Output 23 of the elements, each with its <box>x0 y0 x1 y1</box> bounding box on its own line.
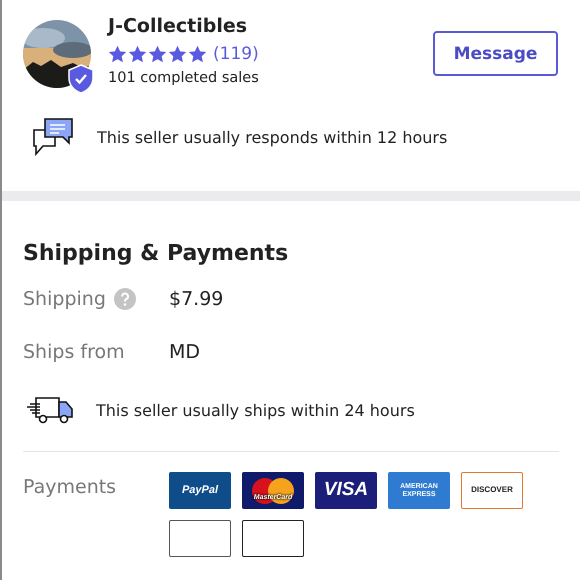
review-count[interactable]: (119) <box>213 44 259 64</box>
chat-icon <box>31 116 75 158</box>
truck-icon <box>26 396 74 424</box>
star-icon <box>128 44 147 64</box>
help-icon[interactable] <box>114 288 136 310</box>
detail-label: Shipping <box>23 288 106 310</box>
sales-count: 101 completed sales <box>108 70 260 86</box>
paypal-logo: PayPal <box>169 472 231 509</box>
section-title: Shipping & Payments <box>23 241 290 266</box>
visa-logo: VISA <box>315 472 377 509</box>
shipping-time-note: This seller usually ships within 24 hours <box>96 400 415 420</box>
payments-label: Payments <box>23 476 116 498</box>
detail-label: Ships from <box>23 340 125 362</box>
discover-logo: DISCOVER <box>461 472 523 509</box>
detail-value: MD <box>169 340 200 362</box>
detail-value: $7.99 <box>169 288 224 310</box>
response-time-note: This seller usually responds within 12 hours <box>97 128 448 146</box>
star-icon <box>188 44 207 64</box>
star-icon <box>108 44 127 64</box>
seller-name: J-Collectibles <box>108 14 248 38</box>
message-button[interactable]: Message <box>433 31 558 76</box>
star-icon <box>148 44 167 64</box>
star-icon <box>168 44 187 64</box>
